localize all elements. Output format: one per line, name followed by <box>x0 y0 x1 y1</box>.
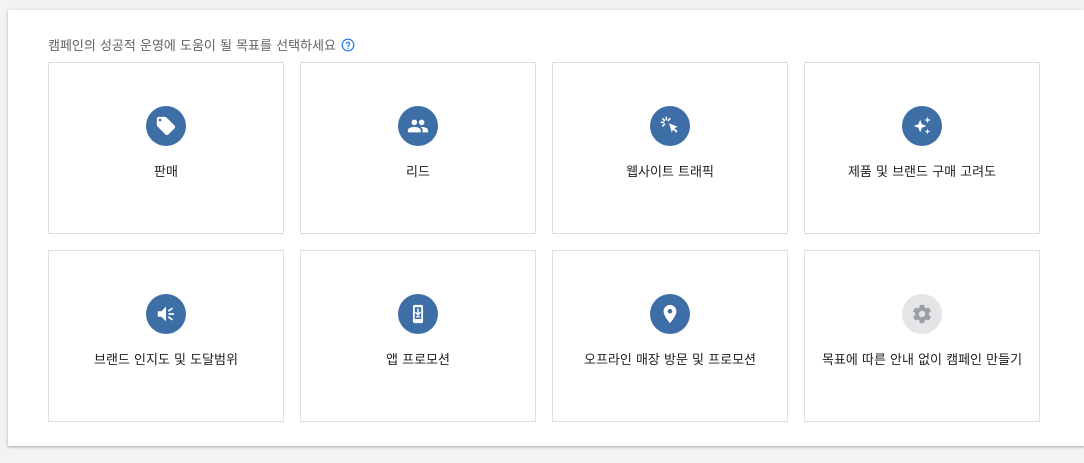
goal-label: 제품 및 브랜드 구매 고려도 <box>847 165 997 180</box>
phone-download-icon <box>398 294 438 334</box>
goal-label: 목표에 따른 안내 없이 캠페인 만들기 <box>821 353 1023 368</box>
gear-icon <box>902 294 942 334</box>
tag-icon <box>146 106 186 146</box>
help-icon[interactable] <box>341 38 355 52</box>
goal-card-leads[interactable]: 리드 <box>300 62 536 234</box>
goal-card-sales[interactable]: 판매 <box>48 62 284 234</box>
goal-label: 웹사이트 트래픽 <box>626 165 714 180</box>
goal-card-store-visits[interactable]: 오프라인 매장 방문 및 프로모션 <box>552 250 788 422</box>
people-icon <box>398 106 438 146</box>
goal-card-app-promotion[interactable]: 앱 프로모션 <box>300 250 536 422</box>
goal-heading: 캠페인의 성공적 운영에 도움이 될 목표를 선택하세요 <box>48 35 355 54</box>
goal-grid: 판매 리드 웹사이트 트래픽 제품 및 브랜드 구매 고려도 브랜드 인지도 및… <box>48 62 1040 422</box>
goal-label: 리드 <box>406 165 430 180</box>
location-pin-icon <box>650 294 690 334</box>
sparkle-icon <box>902 106 942 146</box>
goal-card-no-goal[interactable]: 목표에 따른 안내 없이 캠페인 만들기 <box>804 250 1040 422</box>
goal-label: 판매 <box>154 165 178 180</box>
goal-selection-panel: 캠페인의 성공적 운영에 도움이 될 목표를 선택하세요 판매 리드 웹사이트 … <box>8 10 1084 446</box>
goal-label: 오프라인 매장 방문 및 프로모션 <box>583 353 756 368</box>
goal-card-awareness[interactable]: 브랜드 인지도 및 도달범위 <box>48 250 284 422</box>
goal-card-website-traffic[interactable]: 웹사이트 트래픽 <box>552 62 788 234</box>
cursor-click-icon <box>650 106 690 146</box>
goal-label: 브랜드 인지도 및 도달범위 <box>94 353 238 368</box>
goal-heading-text: 캠페인의 성공적 운영에 도움이 될 목표를 선택하세요 <box>48 39 336 54</box>
megaphone-icon <box>146 294 186 334</box>
goal-card-consideration[interactable]: 제품 및 브랜드 구매 고려도 <box>804 62 1040 234</box>
goal-label: 앱 프로모션 <box>386 353 450 368</box>
